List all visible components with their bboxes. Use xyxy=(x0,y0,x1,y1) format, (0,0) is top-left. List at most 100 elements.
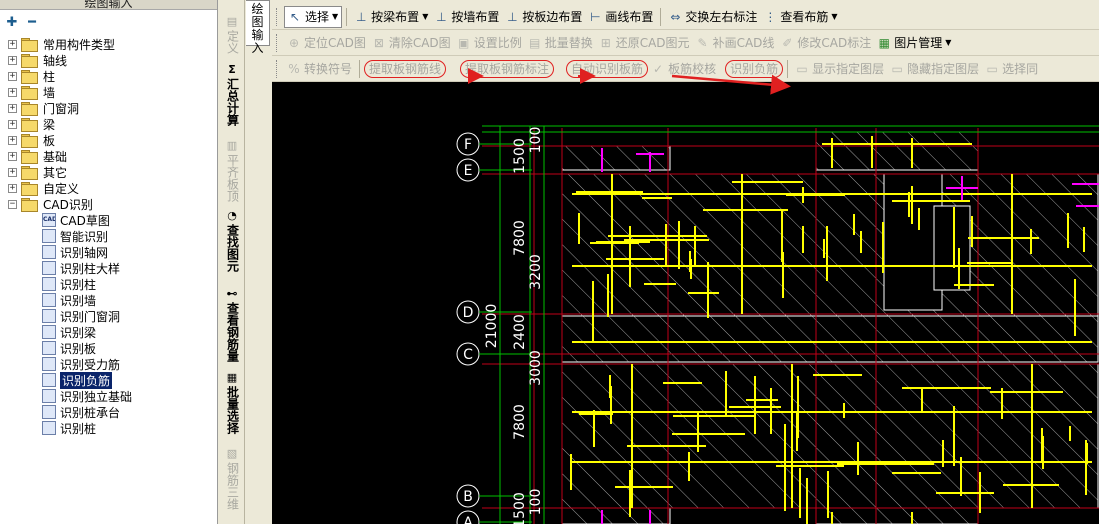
symbol-icon: % xyxy=(288,61,300,76)
tree-child-label: 识别板 xyxy=(60,341,97,356)
dimension-label: 2400 xyxy=(512,314,528,350)
extract-rebar-label-button[interactable]: ⇱提取板钢筋标注 xyxy=(460,59,555,78)
tab-drawing-input[interactable]: 绘图输入 xyxy=(246,0,270,55)
extract-rebar-line-button[interactable]: ⇱提取板钢筋线 xyxy=(364,59,447,78)
identify-negative-rebar-button[interactable]: ⊡识别负筋 xyxy=(725,59,784,78)
tree-item[interactable]: + 轴线 xyxy=(0,52,217,68)
tree-item[interactable]: + 墙 xyxy=(0,84,217,100)
component-icon xyxy=(42,245,56,259)
rebar-check-button[interactable]: ✓ 板筋校核 xyxy=(648,58,719,80)
tree-item-cad[interactable]: − CAD识别 xyxy=(0,196,217,212)
tree-item[interactable]: + 常用构件类型 xyxy=(0,36,217,52)
layout-by-beam-button[interactable]: ⊥ 按梁布置 ▼ xyxy=(351,6,431,28)
show-layer-button[interactable]: ▭ 显示指定图层 xyxy=(792,58,887,80)
select-button[interactable]: ↖ 选择 ▼ xyxy=(284,5,343,28)
collapse-toggle[interactable]: − xyxy=(8,199,17,209)
expand-toggle[interactable]: + xyxy=(8,135,17,145)
vtab-3[interactable]: ◔ 查找图元 xyxy=(221,210,243,273)
image-management-button[interactable]: ▦ 图片管理 ▼ xyxy=(874,32,954,54)
vtab-2[interactable]: ▥ 平齐板顶 xyxy=(221,140,243,203)
toolbar-grip[interactable] xyxy=(276,59,279,78)
expand-toggle[interactable]: + xyxy=(8,71,17,81)
expand-toggle[interactable]: + xyxy=(8,183,17,193)
vtab-4[interactable]: ⊷ 查看钢筋量 xyxy=(221,288,243,363)
slab-region xyxy=(561,313,1099,363)
expand-toggle[interactable]: + xyxy=(8,119,17,129)
dropdown-arrow-icon[interactable]: ▼ xyxy=(422,12,428,21)
expand-toggle[interactable]: + xyxy=(8,39,17,49)
restore-cad-button[interactable]: ⊞ 还原CAD图元 xyxy=(596,32,693,54)
tree-item[interactable]: + 自定义 xyxy=(0,180,217,196)
dimension-label: 100 xyxy=(528,489,544,516)
swap-labels-button[interactable]: ⇔ 交换左右标注 xyxy=(665,6,760,28)
tree-child-item[interactable]: 识别柱 xyxy=(0,276,217,292)
tree-child-item[interactable]: 识别梁 xyxy=(0,324,217,340)
cad-drawing-canvas[interactable]: F E D C B A 1500 7800 2400 7800 1500 100 3200 3000 100… xyxy=(272,82,1099,524)
beam-icon: ⊥ xyxy=(355,9,367,24)
view-rebar-layout-button[interactable]: ⋮ 查看布筋 ▼ xyxy=(760,6,840,28)
expand-all-icon[interactable]: ✚ xyxy=(4,15,20,31)
expand-toggle[interactable]: + xyxy=(8,151,17,161)
modify-cad-label-button[interactable]: ✐ 修改CAD标注 xyxy=(777,32,874,54)
tree-child-label: 识别梁 xyxy=(60,325,97,340)
total-dimension-label: 21000 xyxy=(484,304,500,349)
select-icon: ▭ xyxy=(986,61,998,76)
expand-toggle[interactable]: + xyxy=(8,87,17,97)
hide-layer-button[interactable]: ▭ 隐藏指定图层 xyxy=(887,58,982,80)
pen-icon: ✎ xyxy=(697,35,708,50)
set-scale-button[interactable]: ▣ 设置比例 xyxy=(454,32,525,54)
layout-by-wall-button[interactable]: ⊥ 按墙布置 xyxy=(431,6,502,28)
dropdown-arrow-icon[interactable]: ▼ xyxy=(831,12,837,21)
patch-cad-line-button[interactable]: ✎ 补画CAD线 xyxy=(693,32,778,54)
expand-toggle[interactable]: + xyxy=(8,167,17,177)
separator xyxy=(787,59,789,78)
collapse-all-icon[interactable]: ━ xyxy=(24,15,40,31)
tree-item[interactable]: + 门窗洞 xyxy=(0,100,217,116)
tree-child-item[interactable]: CAD CAD草图 xyxy=(0,212,217,228)
expand-toggle[interactable]: + xyxy=(8,55,17,65)
tree-child-item[interactable]: 识别受力筋 xyxy=(0,356,217,372)
tree-child-item[interactable]: 识别轴网 xyxy=(0,244,217,260)
tree-child-item[interactable]: 识别墙 xyxy=(0,292,217,308)
tree-child-item[interactable]: 识别负筋 xyxy=(0,371,217,389)
tree-child-item[interactable]: 识别独立基础 xyxy=(0,388,217,404)
toolbar-grip[interactable] xyxy=(276,7,279,26)
select-same-button[interactable]: ▭ 选择同 xyxy=(982,58,1041,80)
tree-child-item[interactable]: 识别桩 xyxy=(0,420,217,436)
dropdown-arrow-icon[interactable]: ▼ xyxy=(945,38,951,47)
folder-icon xyxy=(21,134,38,148)
tree-child-item[interactable]: 识别柱大样 xyxy=(0,260,217,276)
tree-item[interactable]: + 基础 xyxy=(0,148,217,164)
tree-item-label: 常用构件类型 xyxy=(43,37,116,52)
tree-child-label: 识别轴网 xyxy=(60,245,109,260)
layout-by-slab-edge-button[interactable]: ⊥ 按板边布置 xyxy=(502,6,585,28)
tree-item[interactable]: + 其它 xyxy=(0,164,217,180)
swap-icon: ⇔ xyxy=(670,9,681,24)
toolbar-grip[interactable] xyxy=(276,33,279,52)
tree-item[interactable]: + 柱 xyxy=(0,68,217,84)
cad-drawing[interactable]: FEDCBA1500780024007800150010032003000100… xyxy=(272,82,1099,524)
tree-item[interactable]: + 板 xyxy=(0,132,217,148)
tree-child-item[interactable]: 识别门窗洞 xyxy=(0,308,217,324)
vtab-0[interactable]: ▤ 定义 xyxy=(221,16,243,55)
vtab-6[interactable]: ▧ 钢筋三维 xyxy=(221,448,243,511)
grid-icon: ⋮ xyxy=(764,9,777,24)
vtab-1[interactable]: Σ 汇总计算 xyxy=(221,64,243,127)
expand-toggle[interactable]: + xyxy=(8,103,17,113)
tree-item[interactable]: + 梁 xyxy=(0,116,217,132)
tree-child-item[interactable]: 智能识别 xyxy=(0,228,217,244)
vtab-5[interactable]: ▦ 批量选择 xyxy=(221,372,243,435)
tree-item-label: 墙 xyxy=(43,85,56,100)
tree-child-item[interactable]: 识别桩承台 xyxy=(0,404,217,420)
draw-line-layout-button[interactable]: ⊢ 画线布置 xyxy=(585,6,656,28)
vtab-label: 定义 xyxy=(225,30,240,54)
convert-symbol-button[interactable]: % 转换符号 xyxy=(284,58,355,80)
tree-child-item[interactable]: 识别板 xyxy=(0,340,217,356)
batch-replace-button[interactable]: ▤ 批量替换 xyxy=(525,32,596,54)
auto-identify-rebar-button[interactable]: ⚙自动识别板筋 xyxy=(566,59,649,78)
dropdown-arrow-icon[interactable]: ▼ xyxy=(332,12,338,21)
tree-item-label: 自定义 xyxy=(43,181,80,196)
locate-cad-button[interactable]: ⊕ 定位CAD图 xyxy=(284,32,369,54)
axis-label: A xyxy=(463,515,473,524)
clear-cad-button[interactable]: ⊠ 清除CAD图 xyxy=(369,32,454,54)
